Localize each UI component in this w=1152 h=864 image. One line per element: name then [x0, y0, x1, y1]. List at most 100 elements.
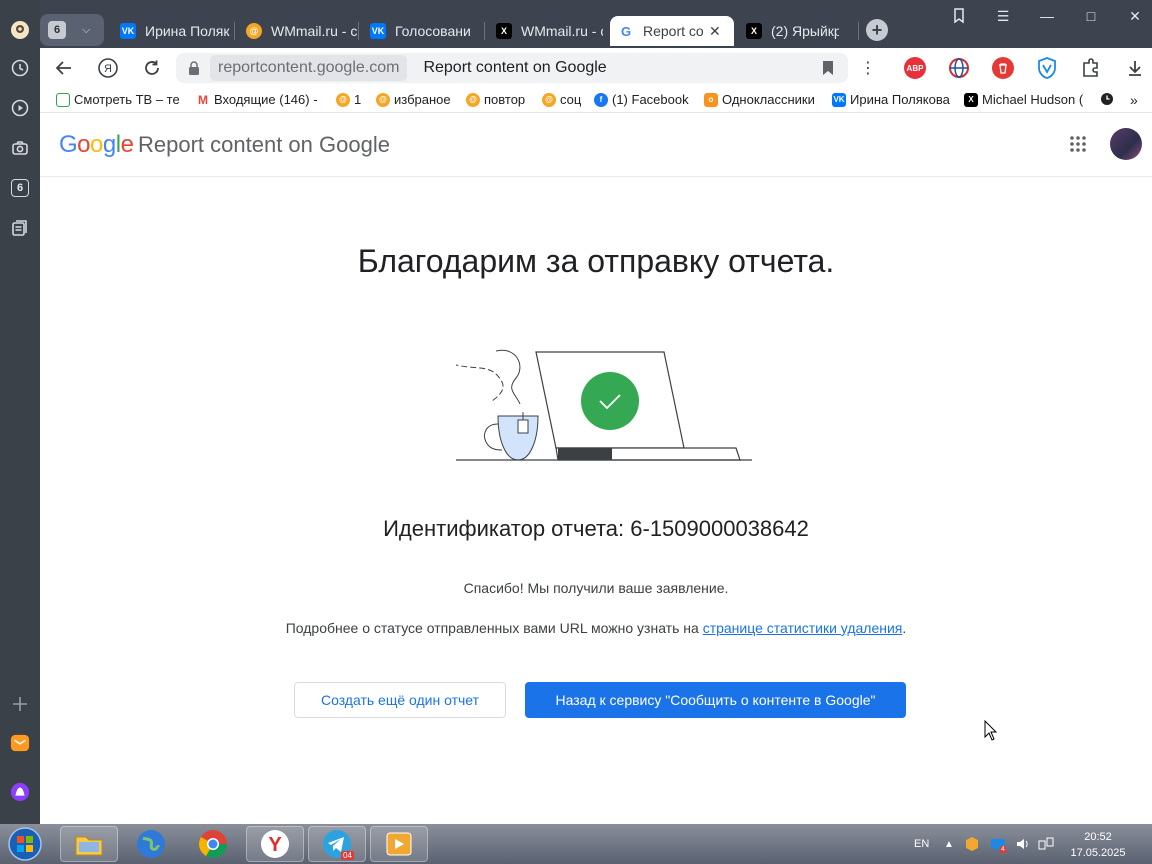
add-sidebar-item-button[interactable]	[6, 690, 34, 718]
browser-toolbar: Я reportcontent.google.com Report conten…	[40, 48, 1152, 88]
x-icon: X	[746, 23, 762, 39]
bookmark-clock-item[interactable]	[1100, 92, 1114, 106]
bookmark-item[interactable]: @ соц	[542, 92, 581, 107]
tab-label: WMmail.ru - с	[521, 23, 603, 39]
status-info-text: Подробнее о статусе отправленных вами UR…	[285, 620, 907, 636]
close-window-icon[interactable]: ✕	[1125, 8, 1145, 25]
bookmark-icon[interactable]	[822, 60, 834, 76]
history-button[interactable]	[6, 54, 34, 82]
tab-vk-voting[interactable]: VK Голосования	[370, 16, 471, 46]
windows-taskbar: Y 04 EN ▲ 4 20:52 17.05.2025	[0, 824, 1152, 864]
tab-separator	[858, 22, 859, 40]
tray-expand-icon[interactable]: ▲	[944, 824, 954, 864]
x-icon: X	[496, 23, 512, 39]
ok-icon: о	[704, 92, 718, 107]
minimize-icon[interactable]: —	[1037, 8, 1057, 24]
tab-wmmail-1[interactable]: @ WMmail.ru - с	[246, 16, 357, 46]
bookmarks-bar: Смотреть ТВ – те M Входящие (146) - @ 1 …	[40, 88, 1152, 113]
tab-group-counter[interactable]: 6 ⌵	[40, 14, 104, 46]
vpn-globe-icon[interactable]	[948, 57, 970, 79]
globe-taskbar-button[interactable]	[122, 826, 180, 862]
profile-avatar[interactable]	[6, 16, 34, 44]
extensions-puzzle-icon[interactable]	[1080, 57, 1102, 79]
bookmark-item[interactable]: @ избраное	[376, 92, 451, 107]
screenshot-button[interactable]	[6, 134, 34, 162]
chrome-taskbar-button[interactable]	[184, 826, 242, 862]
gmail-icon: M	[196, 92, 210, 107]
bookmarks-panel-icon[interactable]	[949, 8, 969, 27]
tab-label: Report con	[643, 23, 703, 39]
create-another-report-button[interactable]: Создать ещё один отчет	[294, 682, 506, 718]
back-to-service-button[interactable]: Назад к сервису "Сообщить о контенте в G…	[525, 682, 906, 718]
bookmark-item[interactable]: о Одноклассники	[704, 92, 815, 107]
close-tab-icon[interactable]: ✕	[709, 23, 721, 40]
bookmark-item[interactable]: @ 1	[336, 92, 361, 107]
bookmark-item[interactable]: VK Ирина Полякова	[832, 92, 950, 107]
wmmail-icon: @	[246, 23, 262, 39]
wmmail-icon: @	[542, 92, 556, 107]
more-options-icon[interactable]: ⋮	[856, 56, 880, 80]
tab-label: Ирина Поляк	[145, 23, 230, 39]
tabs-count-badge: 6	[11, 179, 29, 197]
wmmail-icon: @	[336, 92, 350, 107]
back-button[interactable]	[52, 56, 76, 80]
tray-app-icon[interactable]	[964, 824, 980, 864]
menu-icon[interactable]: ☰	[993, 8, 1013, 25]
volume-icon[interactable]	[1016, 824, 1030, 864]
x-icon: X	[964, 92, 978, 107]
yandex-browser-taskbar-button[interactable]: Y	[246, 826, 304, 862]
media-player-icon	[386, 832, 412, 856]
maximize-icon[interactable]: □	[1081, 8, 1101, 24]
shield-v-icon[interactable]	[1036, 57, 1058, 79]
tab-group-count: 6	[48, 21, 66, 39]
address-bar[interactable]: reportcontent.google.com Report content …	[176, 53, 848, 83]
abp-icon[interactable]: ABP	[904, 57, 926, 79]
yandex-sidebar: 6	[0, 0, 40, 824]
reload-button[interactable]	[140, 56, 164, 80]
bookmark-item[interactable]: @ повтор	[466, 92, 525, 107]
input-language[interactable]: EN	[914, 824, 929, 864]
bookmark-item[interactable]: Смотреть ТВ – те	[56, 92, 180, 107]
mail-app-button[interactable]	[6, 729, 34, 757]
google-logo[interactable]: Google	[59, 131, 134, 159]
avatar[interactable]	[1110, 128, 1142, 160]
windows-start-icon[interactable]	[2, 826, 48, 862]
tab-vk-irina[interactable]: VK Ирина Поляк	[120, 16, 231, 46]
download-icon[interactable]	[1124, 57, 1146, 79]
tray-mail-icon[interactable]: 4	[990, 824, 1006, 864]
bookmark-item[interactable]: X Michael Hudson (	[964, 92, 1088, 107]
telegram-taskbar-button[interactable]: 04	[308, 826, 366, 862]
system-clock[interactable]: 20:52 17.05.2025	[1062, 829, 1134, 861]
tab-wmmail-2[interactable]: X WMmail.ru - с	[496, 16, 603, 46]
chevron-down-icon: ⌵	[82, 23, 91, 36]
collections-icon	[12, 220, 27, 236]
google-header: Google Report content on Google	[40, 113, 1152, 177]
play-circle-icon	[11, 99, 29, 117]
apps-grid-icon[interactable]	[1070, 136, 1086, 152]
trash-extension-icon[interactable]	[992, 57, 1014, 79]
media-player-taskbar-button[interactable]	[370, 826, 428, 862]
svg-text:Я: Я	[104, 63, 112, 75]
network-icon[interactable]	[1038, 824, 1054, 864]
bookmark-item[interactable]: f (1) Facebook	[594, 92, 689, 107]
explorer-taskbar-button[interactable]	[60, 826, 118, 862]
collections-button[interactable]	[6, 214, 34, 242]
more-bookmarks-icon[interactable]: »	[1130, 92, 1138, 108]
tab-x-2[interactable]: X (2) Ярыйкрем	[746, 16, 839, 46]
yandex-home-button[interactable]: Я	[96, 56, 120, 80]
reload-icon	[145, 60, 159, 75]
removal-stats-link[interactable]: странице статистики удаления	[703, 620, 903, 636]
bookmark-item[interactable]: M Входящие (146) -	[196, 92, 318, 107]
thanks-message: Спасибо! Мы получили ваше заявление.	[463, 580, 729, 596]
laptop-coffee-illustration	[456, 349, 752, 461]
tab-report-content[interactable]: G Report con ✕	[610, 16, 734, 46]
svg-text:Y: Y	[268, 834, 282, 856]
tabs-counter-button[interactable]: 6	[6, 174, 34, 202]
wmmail-icon: @	[376, 92, 390, 107]
new-tab-button[interactable]: +	[866, 19, 888, 41]
alice-assistant-button[interactable]	[6, 778, 34, 806]
camera-icon	[12, 141, 28, 155]
vk-icon: VK	[370, 23, 386, 39]
clock-icon	[1101, 93, 1113, 105]
media-button[interactable]	[6, 94, 34, 122]
